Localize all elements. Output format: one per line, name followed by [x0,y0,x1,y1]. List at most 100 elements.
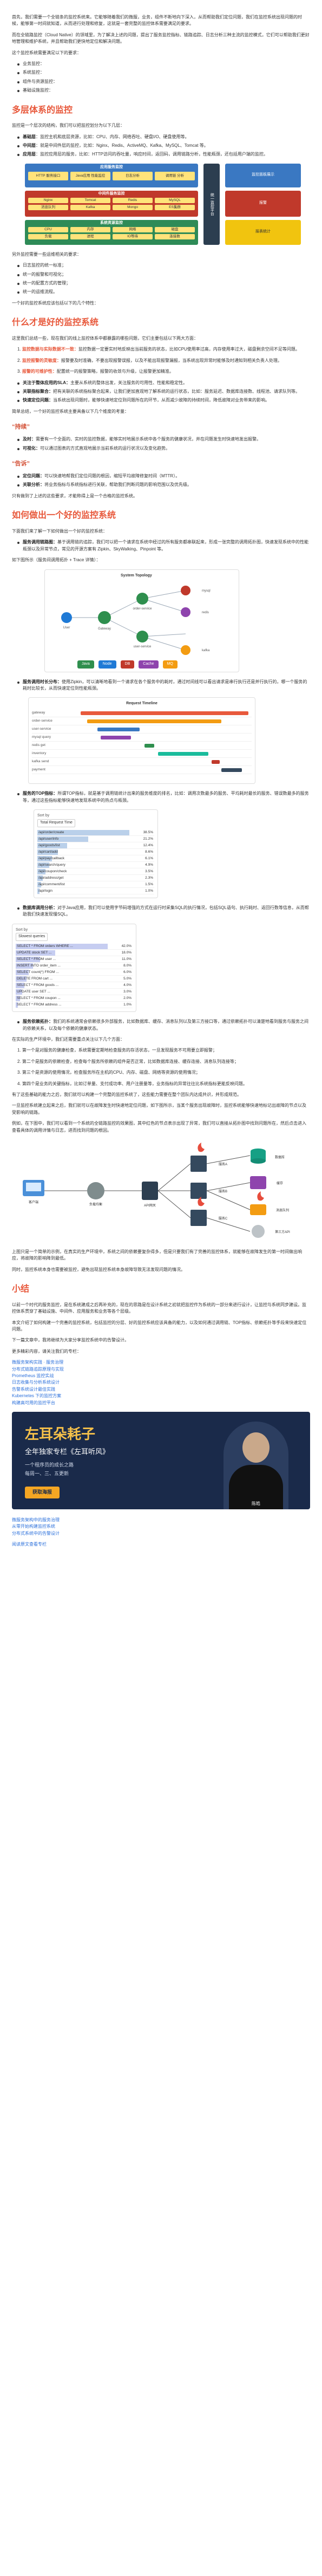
list-item: 定位问题：可以快速地帮我们定位问题的根因，缩短平均故障修复时间（MTTR）。 [17,473,310,479]
table-row-name: /api/order/create [38,830,64,834]
good-paragraph-3: 只有做到了上述的这些要求，才能称得上是一个合格的监控系统。 [12,493,137,498]
banner-line-2: 每周一、三、五更新 [25,1471,69,1476]
table-row[interactable]: /api/user/info 21.2% [37,836,154,842]
read-original-link[interactable]: 阅读原文查看专栏 [12,1541,310,1548]
timeline-row[interactable]: payment [32,766,252,775]
timeline-row-label: user-service [32,727,51,731]
layer-app-item: HTTP 服务接口 [28,171,68,180]
table-row-name: SELECT * FROM address ... [17,1003,62,1007]
related-link[interactable]: 微服务架构实践 · 服务治理 [12,1359,310,1366]
table-row[interactable]: /api/pay/callback 6.1% [37,855,154,862]
timeline-bar [87,719,222,724]
architecture-diagram: 客户端 负载均衡 API网关 服务A 服务B 服务C 数据库 缓存 消息队列 第… [12,1139,310,1242]
table-row-value: 4.9% [145,862,153,867]
timeline-row[interactable]: user-service [32,725,252,734]
table-row[interactable]: /api/goods/list 12.4% [37,842,154,849]
topology-node [181,585,190,595]
related-link[interactable]: Kubernetes 下的监控方案 [12,1393,310,1399]
table-row[interactable]: SELECT * FROM coupon ... 2.0% [16,995,133,1002]
timeline-row[interactable]: redis get [32,742,252,750]
table-row-name: /api/pay/callback [38,856,65,860]
table-row[interactable]: /api/login 1.0% [37,888,154,894]
arch-node-label: 服务C [219,1216,228,1221]
table-row-value: 42.0% [121,944,132,949]
table-row-name: INSERT INTO order_item ... [17,964,61,968]
table-row[interactable]: SELECT * FROM address ... 1.0% [16,1002,133,1009]
list-item: 统一的配置方式的管理； [17,280,310,287]
table-row[interactable]: /api/cart/add 8.6% [37,849,154,855]
related-link[interactable]: 告警系统设计最佳实践 [12,1386,310,1393]
footer-link[interactable]: 分布式系统中的告警设计 [12,1530,310,1537]
list-item: 统一的运维流程。 [17,289,310,295]
list-item: 应用层：监控应用层的服务，比如：HTTP访问的吞吐量，响应时间，返回码，调用链路… [17,151,310,158]
table-row[interactable]: SELECT * FROM orders WHERE ... 42.0% [16,943,133,950]
timeline-row[interactable]: order-service [32,717,252,726]
item-label: 基础层 [23,134,36,139]
avatar: 陈皓 [224,1422,288,1509]
after-monitor-paragraph-2: 一个好的监控系统应该包括以下的几个特性： [12,300,98,306]
after-db-bullet: 服务依赖拓扑：我们的系统通常会依赖很多外部服务，比如数据库、缓存、消息队列以及第… [17,1018,310,1032]
topology-node [181,645,190,655]
after-topology-bullet: 服务调用时长分布：使用Zipkin，可以清晰地看到一个请求在各个服务中的耗时，通… [17,679,310,692]
layer-base-item: 负载 [28,233,68,239]
table-row-value: 38.5% [143,830,153,834]
table-row-name: UPDATE stock SET ... [17,951,52,955]
arch-node-label: 客户端 [29,1200,38,1204]
legend-java[interactable]: Java [77,660,94,669]
table-row-value: 6.0% [123,970,132,975]
table-row[interactable]: /api/search/query 4.9% [37,862,154,868]
table-row-value: 21.2% [143,836,153,841]
good-sub-bullets: 关注于整体应用的SLA：主要从系统的整体出发，关注服务的可用性、性能和稳定性。 … [17,380,310,404]
load-balancer-icon [87,1182,104,1199]
table-row[interactable]: INSERT INTO order_item ... 8.0% [16,963,133,970]
related-link[interactable]: 日志收集与分析系统设计 [12,1379,310,1386]
table-row[interactable]: /api/coupon/check 3.5% [37,868,154,875]
topology-node-label: redis [202,611,209,614]
table-row[interactable]: UPDATE stock SET ... 18.0% [16,950,133,957]
timeline-row[interactable]: kafka send [32,758,252,767]
footer-link[interactable]: 微服务架构中的服务治理 [12,1517,310,1523]
footer-link[interactable]: 从零开始构建监控系统 [12,1523,310,1530]
banner-cta-button[interactable]: 获取海报 [25,1487,60,1498]
legend-cache[interactable]: Cache [139,660,159,669]
table-row[interactable]: SELECT count(*) FROM ... 6.0% [16,969,133,976]
layer-base-item: 进程 [70,233,110,239]
timeline-row[interactable]: gateway [32,709,252,718]
server-icon [190,1142,207,1172]
table-row[interactable]: SELECT * FROM user ... 11.0% [16,956,133,963]
topology-node [61,612,72,623]
table-row[interactable]: SELECT * FROM goods ... 4.0% [16,982,133,989]
section-title-monitor: 多层体系的监控 [12,105,73,115]
table-row-value: 18.0% [121,951,132,955]
top-table-select[interactable]: Total Request Time [37,819,75,827]
layer-mid-item: Redis [113,197,153,203]
table-row[interactable]: DELETE FROM cart ... 5.0% [16,976,133,983]
side-panel-dashboard: 监控面板展示 [225,163,301,187]
promo-banner[interactable]: 左耳朵耗子 全年独家专栏《左耳听风》 一个程序员的成长之路 每周一、三、五更新 … [12,1412,310,1509]
table-row[interactable]: UPDATE user SET ... 3.0% [16,989,133,996]
legend-mq[interactable]: MQ [162,660,178,669]
legend-db[interactable]: DB [120,660,135,669]
table-row-value: 1.0% [123,1003,132,1007]
db-table-select[interactable]: Slowest queries [16,933,48,942]
table-row[interactable]: /api/address/get 2.3% [37,875,154,881]
layer-app-item: Java应用 性能监控 [70,171,110,180]
related-link[interactable]: Prometheus 监控实战 [12,1373,310,1379]
legend-node[interactable]: Node [98,660,116,669]
layer-base: 系统资源监控 CPU 内存 网络 磁盘 负载 进程 IO等待 连接数 [25,219,198,245]
timeline-row[interactable]: mysql query [32,734,252,742]
list-item: 服务调用链路图：基于调用链的追踪，我们可以把一个请求在系统中经过的所有服务都串联… [17,539,310,553]
layer-base-item: 连接数 [155,233,195,239]
gateway-icon [142,1181,158,1200]
list-item: 日志监控的统一标准； [17,262,310,269]
tell-list: 定位问题：可以快速地帮我们定位问题的根因，缩短平均故障修复时间（MTTR）。 关… [17,473,310,489]
table-row-value: 3.0% [123,990,132,994]
timeline-row[interactable]: inventory [32,750,252,758]
avatar-label: 陈皓 [252,1501,260,1506]
related-link[interactable]: 分布式链路追踪原理与实现 [12,1366,310,1373]
related-link[interactable]: 构建高可用的监控平台 [12,1400,310,1406]
arch-node-label: 服务A [219,1162,227,1166]
table-row[interactable]: /api/comment/list 1.5% [37,881,154,888]
timeline-panel: Request Timeline gateway order-service use… [28,697,255,784]
table-row[interactable]: /api/order/create 38.5% [37,829,154,836]
